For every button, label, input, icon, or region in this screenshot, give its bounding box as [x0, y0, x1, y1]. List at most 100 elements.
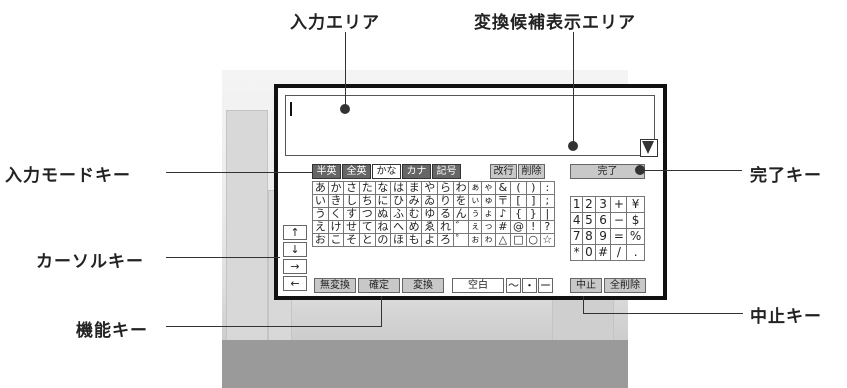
- kana-key[interactable]: き: [327, 194, 345, 208]
- numpad-key[interactable]: 4: [569, 212, 584, 229]
- kana-key[interactable]: ゐ: [421, 194, 439, 208]
- kana-key[interactable]: よ: [421, 233, 439, 247]
- numpad-key[interactable]: %: [626, 228, 645, 245]
- mode-key[interactable]: 記号: [432, 164, 461, 179]
- kana-key[interactable]: ゛: [452, 220, 470, 234]
- kana-key[interactable]: こ: [327, 233, 345, 247]
- linefeed-key[interactable]: 改行: [490, 164, 517, 179]
- kana-key[interactable]: み: [405, 194, 423, 208]
- kana-key[interactable]: あ: [312, 181, 329, 195]
- numpad-key[interactable]: 1: [569, 196, 584, 213]
- kana-key[interactable]: ;: [539, 194, 556, 208]
- kana-key[interactable]: ♪: [494, 207, 512, 221]
- kana-key[interactable]: お: [312, 233, 329, 247]
- numpad-key[interactable]: 9: [594, 228, 612, 245]
- kana-key[interactable]: ひ: [390, 194, 407, 208]
- kana-key[interactable]: の: [374, 233, 392, 247]
- kana-key[interactable]: す: [343, 207, 360, 221]
- down-arrow-key[interactable]: ↓: [283, 242, 307, 257]
- kana-key[interactable]: へ: [390, 220, 407, 234]
- kana-key[interactable]: |: [539, 207, 556, 221]
- done-key[interactable]: 完了: [570, 164, 645, 179]
- kana-key[interactable]: &: [494, 181, 512, 195]
- left-arrow-key[interactable]: ←: [283, 276, 307, 291]
- input-area[interactable]: [285, 95, 655, 139]
- kana-key[interactable]: め: [405, 220, 423, 234]
- kana-key[interactable]: ん: [452, 207, 470, 221]
- no-conversion-key[interactable]: 無変換: [314, 278, 356, 293]
- kana-key[interactable]: し: [343, 194, 360, 208]
- kana-key[interactable]: る: [437, 207, 454, 221]
- numpad-key[interactable]: =: [610, 228, 628, 245]
- kana-key[interactable]: つ: [358, 207, 376, 221]
- kana-key[interactable]: れ: [437, 220, 454, 234]
- kana-key[interactable]: く: [327, 207, 345, 221]
- kana-key[interactable]: △: [494, 233, 512, 247]
- kana-key[interactable]: ぉ: [468, 233, 483, 247]
- candidate-scroll-button[interactable]: [640, 139, 658, 157]
- kana-key[interactable]: む: [405, 207, 423, 221]
- kana-key[interactable]: ち: [358, 194, 376, 208]
- kana-key[interactable]: ほ: [390, 233, 407, 247]
- kana-key[interactable]: □: [510, 233, 527, 247]
- mode-key[interactable]: かな: [372, 164, 401, 179]
- kana-key[interactable]: た: [358, 181, 376, 195]
- kana-key[interactable]: や: [421, 181, 439, 195]
- kana-key[interactable]: ゆ: [421, 207, 439, 221]
- kana-key[interactable]: ぅ: [468, 207, 483, 221]
- numpad-key[interactable]: 5: [582, 212, 596, 229]
- kana-key[interactable]: ?: [539, 220, 556, 234]
- kana-key[interactable]: わ: [452, 181, 470, 195]
- kana-key[interactable]: ょ: [481, 207, 496, 221]
- kana-key[interactable]: ○: [525, 233, 541, 247]
- numpad-key[interactable]: #: [594, 244, 612, 261]
- kana-key[interactable]: {: [510, 207, 527, 221]
- candidate-area[interactable]: [285, 137, 655, 156]
- kana-key[interactable]: ゎ: [481, 233, 496, 247]
- kana-key[interactable]: え: [312, 220, 329, 234]
- kana-key[interactable]: な: [374, 181, 392, 195]
- numpad-key[interactable]: $: [626, 212, 645, 229]
- kana-key[interactable]: }: [525, 207, 541, 221]
- cancel-key[interactable]: 中止: [570, 278, 602, 293]
- numpad-key[interactable]: +: [610, 196, 628, 213]
- kana-key[interactable]: ね: [374, 220, 392, 234]
- kana-key[interactable]: と: [358, 233, 376, 247]
- mode-key[interactable]: カナ: [402, 164, 431, 179]
- middle-dot-key[interactable]: ・: [522, 278, 537, 293]
- kana-key[interactable]: ぁ: [468, 181, 483, 195]
- delete-key[interactable]: 削除: [518, 164, 545, 179]
- kana-key[interactable]: そ: [343, 233, 360, 247]
- right-arrow-key[interactable]: →: [283, 259, 307, 274]
- kana-key[interactable]: ゅ: [481, 194, 496, 208]
- kana-key[interactable]: ): [525, 181, 541, 195]
- numpad-key[interactable]: 7: [569, 228, 584, 245]
- kana-key[interactable]: 〒: [494, 194, 512, 208]
- kana-key[interactable]: か: [327, 181, 345, 195]
- numpad-key[interactable]: /: [610, 244, 628, 261]
- kana-key[interactable]: さ: [343, 181, 360, 195]
- kana-key[interactable]: [: [510, 194, 527, 208]
- kana-key[interactable]: を: [452, 194, 470, 208]
- kana-key[interactable]: !: [525, 220, 541, 234]
- kana-key[interactable]: う: [312, 207, 329, 221]
- mode-key[interactable]: 全英: [342, 164, 371, 179]
- kana-key[interactable]: せ: [343, 220, 360, 234]
- kana-key[interactable]: て: [358, 220, 376, 234]
- kana-key[interactable]: に: [374, 194, 392, 208]
- numpad-key[interactable]: 6: [594, 212, 612, 229]
- kana-key[interactable]: #: [494, 220, 512, 234]
- kana-key[interactable]: け: [327, 220, 345, 234]
- long-vowel-key[interactable]: ー: [538, 278, 553, 293]
- kana-key[interactable]: (: [510, 181, 527, 195]
- kana-key[interactable]: ら: [437, 181, 454, 195]
- numpad-key[interactable]: 2: [582, 196, 596, 213]
- confirm-key[interactable]: 確定: [358, 278, 400, 293]
- kana-key[interactable]: ま: [405, 181, 423, 195]
- kana-key[interactable]: ぬ: [374, 207, 392, 221]
- kana-key[interactable]: は: [390, 181, 407, 195]
- kana-key[interactable]: い: [312, 194, 329, 208]
- kana-key[interactable]: ☆: [539, 233, 556, 247]
- kana-key[interactable]: @: [510, 220, 527, 234]
- numpad-key[interactable]: *: [569, 244, 584, 261]
